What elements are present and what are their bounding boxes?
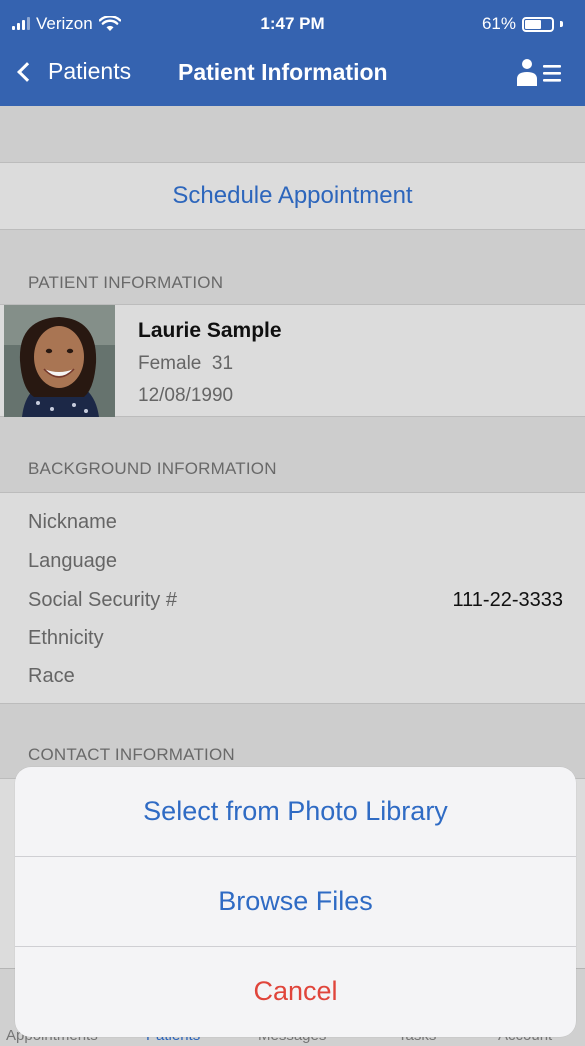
battery-icon <box>522 16 554 32</box>
browse-files-button[interactable]: Browse Files <box>15 857 576 946</box>
action-sheet: Select from Photo Library Browse Files C… <box>15 767 576 1037</box>
cancel-button[interactable]: Cancel <box>15 947 576 1036</box>
chevron-left-icon <box>17 61 37 82</box>
page-title: Patient Information <box>178 59 388 85</box>
battery-fill <box>525 19 541 29</box>
person-list-icon[interactable] <box>517 58 563 88</box>
back-button[interactable]: Patients <box>14 58 131 85</box>
select-photo-library-button[interactable]: Select from Photo Library <box>15 767 576 856</box>
navigation-bar: Patients Patient Information <box>0 50 585 98</box>
top-bar: Verizon 1:47 PM 61% Patients Patient Inf… <box>0 0 585 106</box>
battery-group: 61% <box>482 14 563 34</box>
back-label: Patients <box>48 58 132 84</box>
status-bar: Verizon 1:47 PM 61% <box>0 8 585 42</box>
battery-cap <box>560 21 563 27</box>
battery-percent: 61% <box>481 14 516 33</box>
